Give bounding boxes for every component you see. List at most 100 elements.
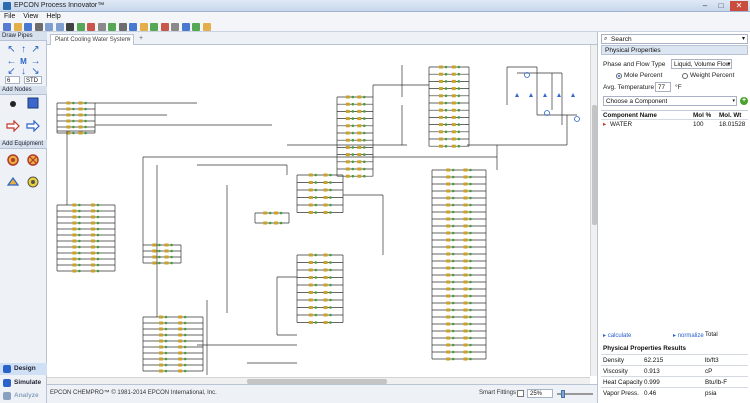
node-icon[interactable] (469, 217, 472, 221)
valve-icon[interactable] (345, 174, 350, 178)
chart-icon[interactable] (181, 23, 190, 31)
node-icon[interactable] (164, 327, 168, 331)
valve-icon[interactable] (463, 238, 468, 242)
control-valve-icon[interactable] (26, 176, 40, 188)
valve-icon[interactable] (463, 280, 468, 284)
node-icon[interactable] (451, 210, 455, 214)
valve-icon[interactable] (323, 298, 328, 302)
node-icon[interactable] (84, 107, 87, 111)
valve-icon[interactable] (66, 101, 71, 105)
node-icon[interactable] (457, 80, 461, 83)
node-icon[interactable] (84, 119, 87, 123)
node-icon[interactable] (351, 131, 355, 135)
node-icon[interactable] (451, 322, 455, 326)
valve-icon[interactable] (66, 125, 71, 129)
valve-icon[interactable] (439, 94, 443, 98)
node-icon[interactable] (170, 255, 173, 259)
valve-icon[interactable] (357, 109, 362, 113)
valve-icon[interactable] (178, 369, 183, 373)
valve-icon[interactable] (446, 343, 451, 347)
node-icon[interactable] (314, 283, 318, 287)
valve-icon[interactable] (323, 268, 328, 272)
valve-icon[interactable] (451, 108, 456, 112)
menu-file[interactable]: File (0, 12, 19, 21)
wrench-icon[interactable] (97, 23, 106, 31)
node-icon[interactable] (314, 203, 318, 207)
calculator-icon[interactable] (118, 23, 127, 31)
node-icon[interactable] (469, 308, 472, 312)
node-icon[interactable] (314, 261, 318, 264)
node-icon[interactable] (469, 203, 472, 207)
settings-icon[interactable] (171, 23, 179, 31)
avg-temperature-input[interactable]: 77 (655, 82, 671, 92)
valve-icon[interactable] (72, 227, 77, 231)
menu-view[interactable]: View (19, 12, 42, 21)
valve-icon[interactable] (345, 153, 350, 157)
valve-icon[interactable] (90, 215, 95, 219)
node-icon[interactable] (78, 251, 81, 255)
add-component-icon[interactable]: + (740, 97, 748, 105)
design-mode-button[interactable]: Design (0, 363, 47, 375)
valve-icon[interactable] (357, 102, 362, 106)
valve-icon[interactable] (345, 117, 350, 121)
valve-icon[interactable] (308, 253, 313, 257)
node-icon[interactable] (363, 153, 366, 156)
node-icon[interactable] (351, 102, 355, 106)
node-icon[interactable] (451, 238, 455, 242)
node-icon[interactable] (363, 110, 366, 113)
calculate-link[interactable]: ▸ calculate (603, 332, 631, 339)
node-icon[interactable] (444, 72, 448, 76)
node-icon[interactable] (451, 273, 455, 277)
valve-icon[interactable] (164, 249, 169, 253)
paste-icon[interactable] (55, 23, 64, 31)
node-icon[interactable] (314, 196, 318, 199)
valve-icon[interactable] (439, 144, 443, 148)
node-icon[interactable] (451, 329, 455, 333)
valve-icon[interactable] (357, 95, 362, 99)
node-icon[interactable] (444, 123, 448, 126)
text-tool-icon[interactable] (66, 23, 74, 31)
node-icon[interactable] (158, 255, 161, 259)
node-icon[interactable] (363, 138, 366, 142)
valve-icon[interactable] (446, 231, 451, 235)
valve-icon[interactable] (164, 261, 169, 265)
valve-icon[interactable] (451, 137, 456, 141)
valve-icon[interactable] (463, 301, 468, 305)
valve-icon[interactable] (446, 252, 451, 256)
node-icon[interactable] (314, 181, 318, 184)
valve-icon[interactable] (446, 196, 451, 200)
node-icon[interactable] (314, 276, 318, 279)
valve-icon[interactable] (439, 79, 443, 83)
valve-icon[interactable] (90, 227, 95, 231)
node-icon[interactable] (329, 253, 332, 257)
node-icon[interactable] (329, 261, 332, 264)
node-icon[interactable] (314, 321, 318, 324)
heat-exchanger-icon[interactable] (6, 176, 20, 188)
valve-icon[interactable] (90, 209, 95, 213)
node-icon[interactable] (351, 117, 355, 120)
valve-icon[interactable] (308, 196, 313, 199)
node-icon[interactable] (457, 108, 461, 112)
valve-icon[interactable] (323, 283, 328, 287)
add-tab-icon[interactable]: + (137, 35, 145, 43)
pump-icon[interactable] (6, 154, 20, 166)
node-icon[interactable] (469, 231, 472, 235)
valve-icon[interactable] (357, 117, 362, 121)
valve-icon[interactable] (159, 315, 163, 319)
valve-icon[interactable] (463, 231, 468, 235)
valve-icon[interactable] (159, 321, 163, 325)
node-icon[interactable] (96, 239, 100, 243)
node-icon[interactable] (78, 221, 81, 225)
node-icon[interactable] (451, 308, 455, 312)
valve-icon[interactable] (178, 345, 183, 349)
node-icon[interactable] (329, 298, 332, 302)
valve-icon[interactable] (446, 294, 451, 298)
valve-icon[interactable] (178, 327, 183, 331)
valve-icon[interactable] (446, 315, 451, 319)
node-icon[interactable] (329, 211, 332, 214)
valve-icon[interactable] (323, 196, 328, 199)
valve-icon[interactable] (178, 363, 183, 367)
node-icon[interactable] (78, 257, 81, 261)
tab-plant-cooling-water-system[interactable]: Plant Cooling Water System × (50, 34, 134, 45)
node-icon[interactable] (469, 322, 472, 326)
